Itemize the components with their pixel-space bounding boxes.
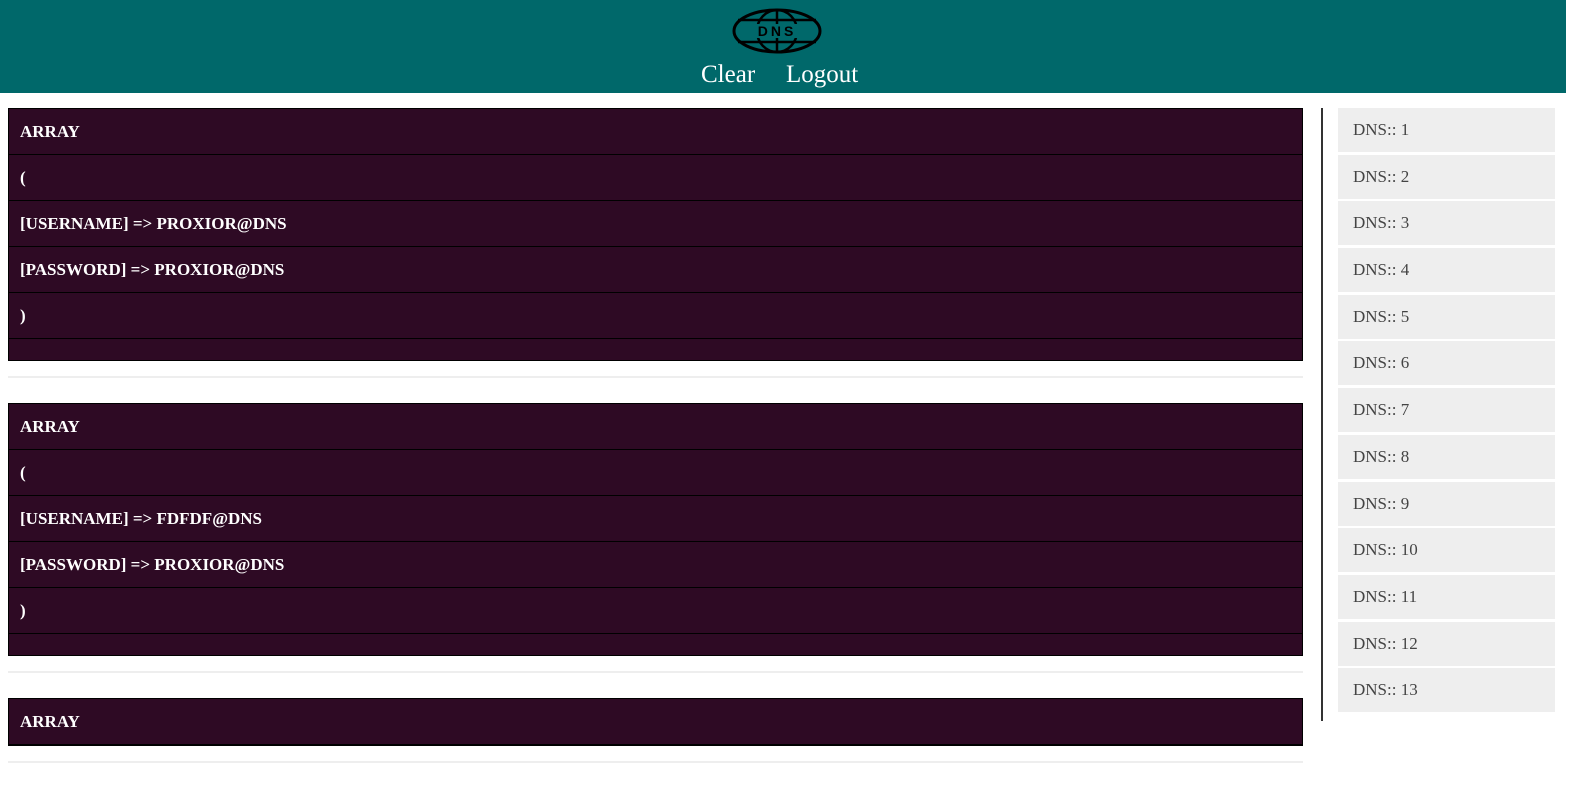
sidebar-item-dns-9[interactable]: DNS:: 9	[1338, 481, 1555, 526]
dns-globe-logo-icon: DNS	[732, 8, 822, 54]
dns-sidebar: DNS:: 1 DNS:: 2 DNS:: 3 DNS:: 4 DNS:: 5 …	[1338, 108, 1555, 715]
sidebar-item-dns-1[interactable]: DNS:: 1	[1338, 108, 1555, 152]
sidebar-item-dns-11[interactable]: DNS:: 11	[1338, 574, 1555, 619]
sidebar-item-dns-12[interactable]: DNS:: 12	[1338, 621, 1555, 666]
entry-line: )	[9, 588, 1302, 634]
entry-line: (	[9, 450, 1302, 496]
logo-text: DNS	[758, 23, 797, 39]
sidebar-item-dns-7[interactable]: DNS:: 7	[1338, 388, 1555, 433]
sidebar-item-dns-8[interactable]: DNS:: 8	[1338, 434, 1555, 479]
entry-rows: ARRAY ( [USERNAME] => FDFDF@DNS [PASSWOR…	[8, 403, 1303, 656]
vertical-divider	[1321, 108, 1323, 721]
entry-block: ARRAY	[8, 698, 1303, 763]
sidebar-item-dns-2[interactable]: DNS:: 2	[1338, 154, 1555, 199]
sidebar-item-dns-10[interactable]: DNS:: 10	[1338, 528, 1555, 573]
entry-line: ARRAY	[9, 699, 1302, 745]
sidebar-item-dns-13[interactable]: DNS:: 13	[1338, 668, 1555, 713]
sidebar-item-dns-6[interactable]: DNS:: 6	[1338, 341, 1555, 386]
entry-line: [USERNAME] => PROXIOR@DNS	[9, 201, 1302, 247]
entry-rows: ARRAY ( [USERNAME] => PROXIOR@DNS [PASSW…	[8, 108, 1303, 361]
entry-line: [PASSWORD] => PROXIOR@DNS	[9, 542, 1302, 588]
entry-rows: ARRAY	[8, 698, 1303, 746]
entry-line: [PASSWORD] => PROXIOR@DNS	[9, 247, 1302, 293]
sidebar-item-dns-5[interactable]: DNS:: 5	[1338, 294, 1555, 339]
sidebar-item-dns-3[interactable]: DNS:: 3	[1338, 201, 1555, 246]
top-header: DNS Clear Logout	[0, 0, 1566, 93]
entry-line-blank	[9, 339, 1302, 360]
entry-line: ARRAY	[9, 404, 1302, 450]
entry-block: ARRAY ( [USERNAME] => FDFDF@DNS [PASSWOR…	[8, 403, 1303, 673]
entry-line: ARRAY	[9, 109, 1302, 155]
page-scrollbar[interactable]	[1566, 0, 1580, 721]
entry-line: [USERNAME] => FDFDF@DNS	[9, 496, 1302, 542]
clear-link[interactable]: Clear	[701, 59, 755, 91]
logout-link[interactable]: Logout	[786, 59, 858, 91]
sidebar-item-dns-4[interactable]: DNS:: 4	[1338, 248, 1555, 293]
entries-list: ARRAY ( [USERNAME] => PROXIOR@DNS [PASSW…	[8, 108, 1303, 788]
entry-line-blank	[9, 634, 1302, 655]
entry-line: (	[9, 155, 1302, 201]
entry-block: ARRAY ( [USERNAME] => PROXIOR@DNS [PASSW…	[8, 108, 1303, 378]
entry-line: )	[9, 293, 1302, 339]
